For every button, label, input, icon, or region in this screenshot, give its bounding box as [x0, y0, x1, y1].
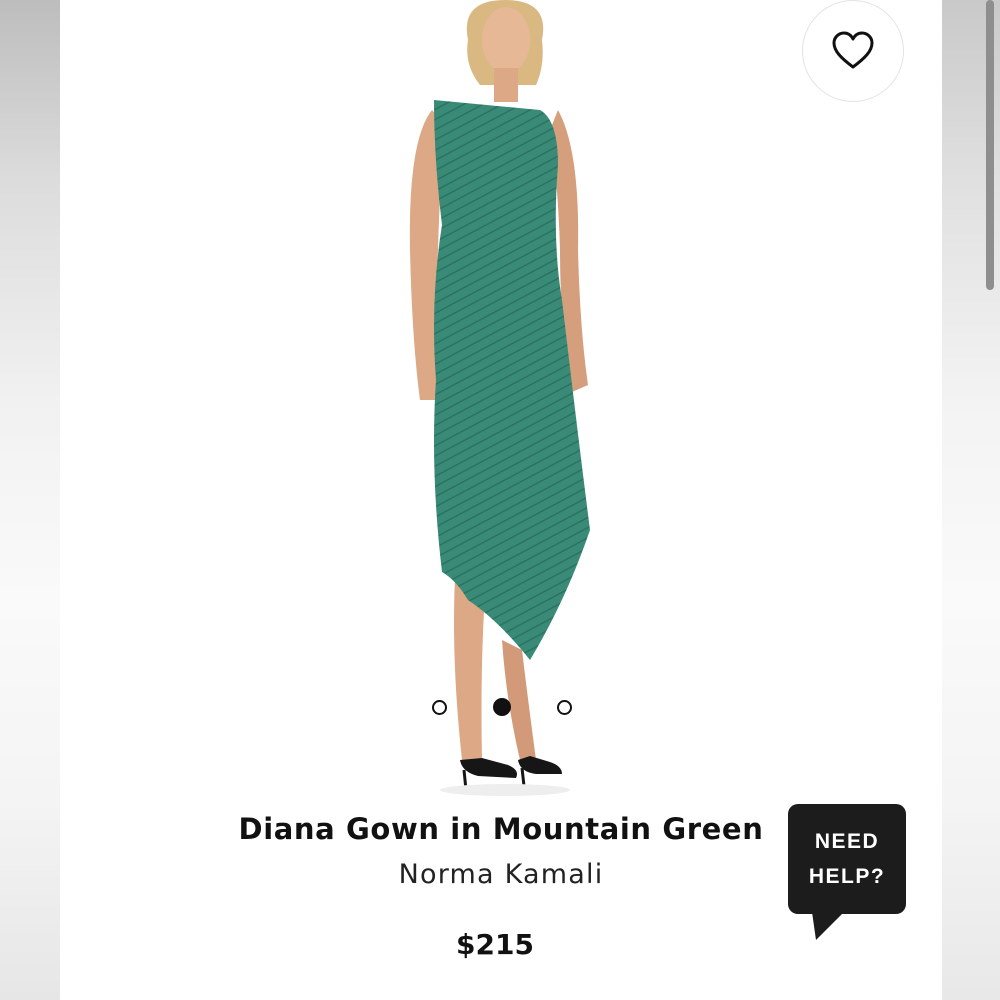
- heart-icon: [832, 31, 874, 69]
- scrollbar[interactable]: [986, 0, 994, 290]
- help-bubble-tail: [812, 912, 844, 940]
- carousel-indicators: [432, 697, 572, 717]
- carousel-dot[interactable]: [557, 699, 572, 715]
- product-image[interactable]: [390, 0, 620, 800]
- carousel-dot[interactable]: [432, 699, 447, 715]
- need-help-line1: NEED: [814, 830, 880, 853]
- need-help-button[interactable]: NEED HELP?: [788, 804, 906, 914]
- left-screen-edge: [0, 0, 60, 1000]
- carousel-dot-active[interactable]: [493, 698, 511, 716]
- need-help-line2: HELP?: [808, 865, 886, 888]
- product-price: $215: [456, 928, 534, 961]
- right-screen-edge: [942, 0, 1000, 1000]
- wishlist-button[interactable]: [802, 0, 904, 102]
- product-page: Diana Gown in Mountain Green Norma Kamal…: [60, 0, 942, 1000]
